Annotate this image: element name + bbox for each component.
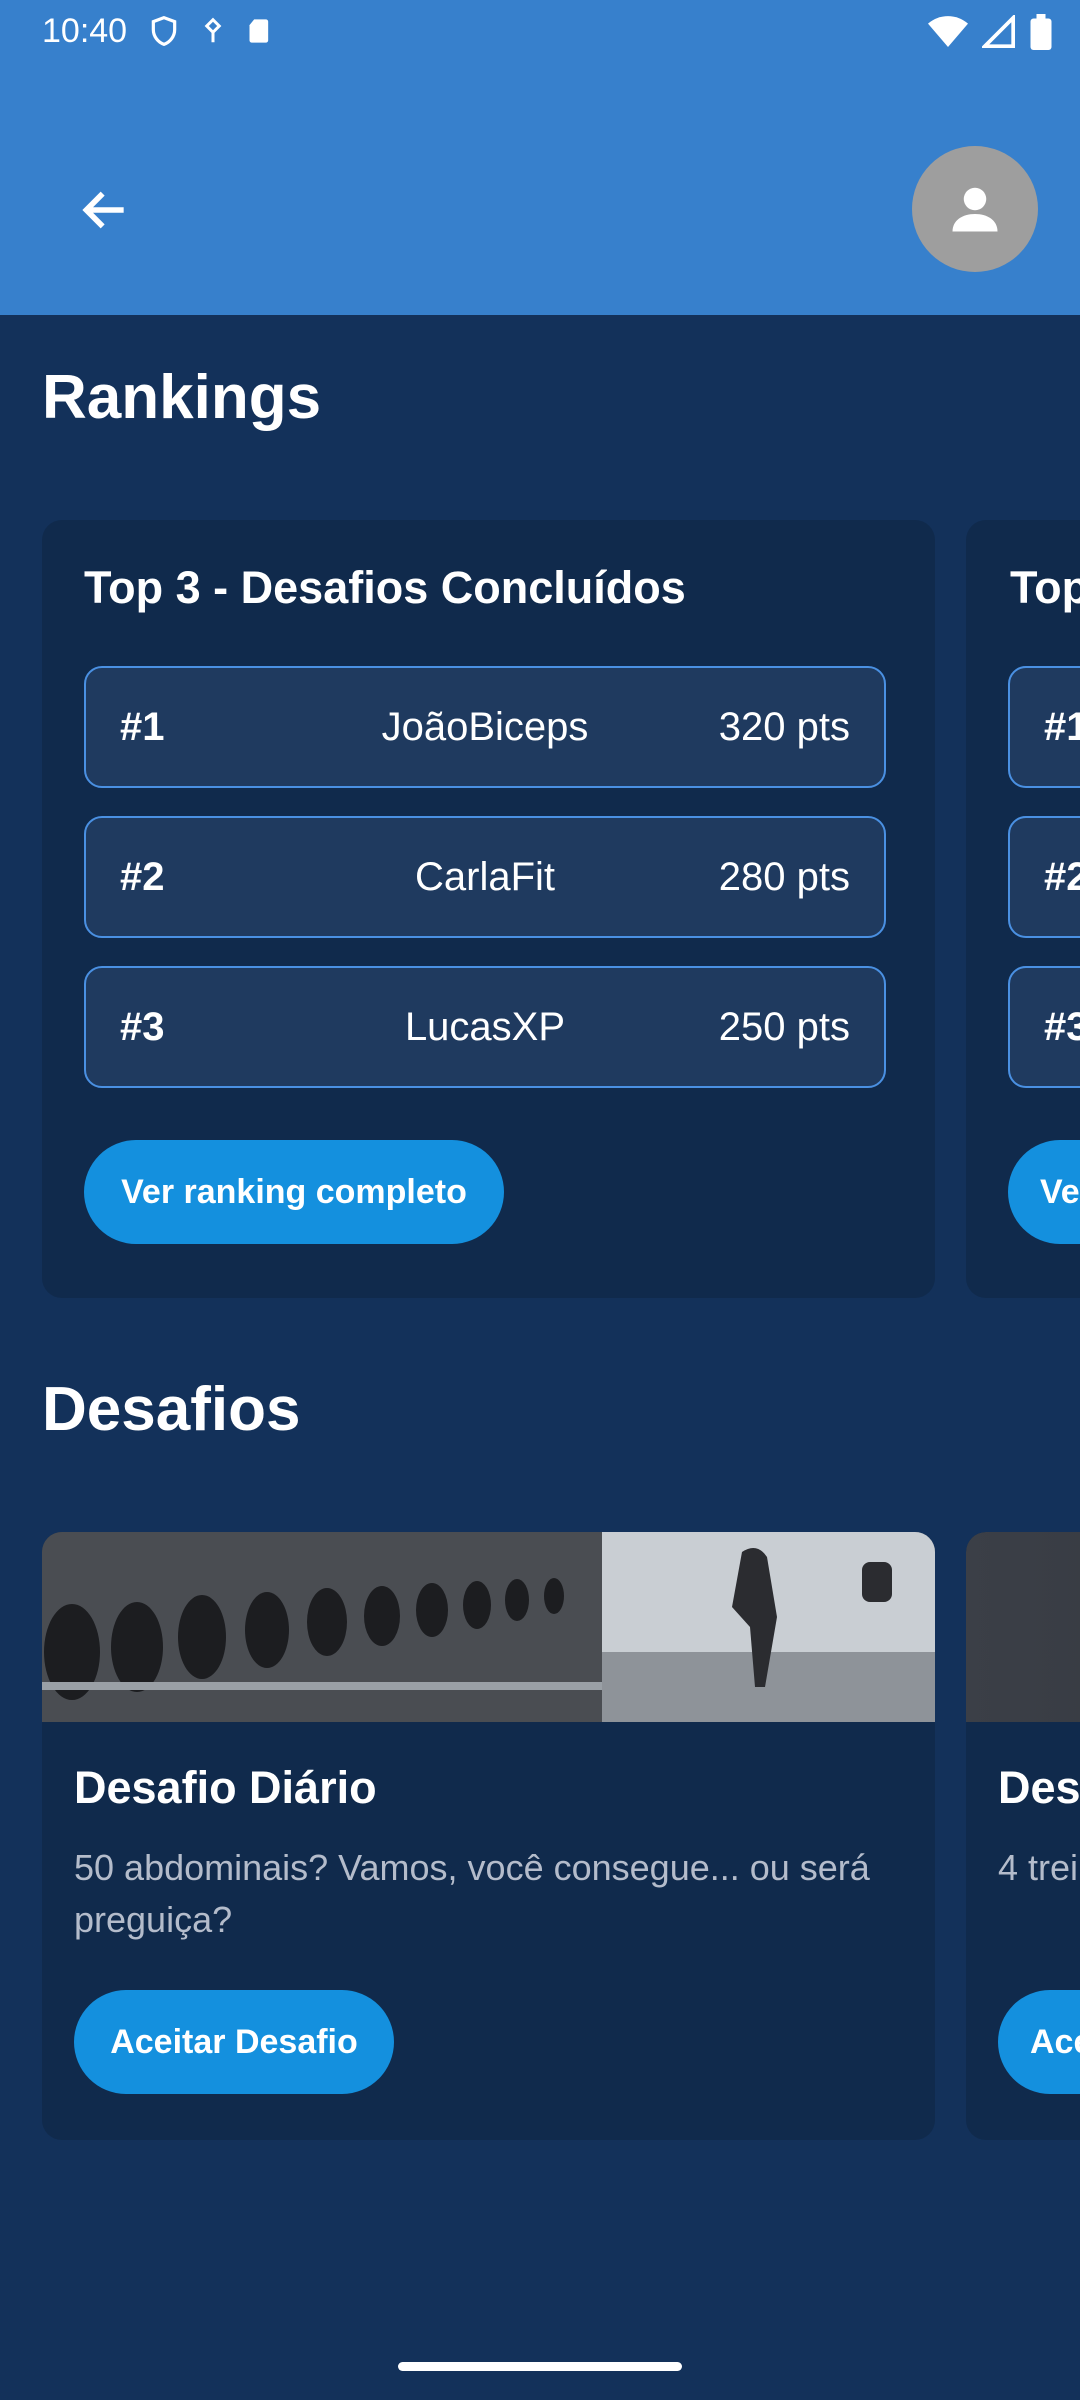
status-bar: 10:40: [0, 0, 1080, 64]
ranking-position: #2: [120, 854, 165, 899]
ranking-row[interactable]: LucasXP #3 250 pts: [84, 966, 886, 1088]
ranking-position: #3: [120, 1004, 165, 1049]
app-bar: 10:40: [0, 0, 1080, 315]
sd-card-icon: [249, 19, 269, 43]
battery-icon: [1030, 14, 1052, 50]
accept-challenge-button[interactable]: Ace: [998, 1990, 1080, 2094]
ranking-card: Top 3 - Desafios Concluídos JoãoBiceps #…: [42, 520, 935, 1298]
profile-avatar-button[interactable]: [912, 146, 1038, 272]
person-icon: [952, 187, 998, 232]
gym-photo: [966, 1532, 1080, 1722]
ranking-row[interactable]: CarlaFit #2 280 pts: [84, 816, 886, 938]
arrow-left-icon: [82, 191, 124, 229]
ranking-position: #1: [120, 704, 165, 749]
ranking-position: #1: [1044, 704, 1080, 749]
accept-challenge-button[interactable]: Aceitar Desafio: [74, 1990, 394, 2094]
dumbbell-rack-image: [42, 1532, 935, 1722]
challenge-card-next: Des 4 trei Ace: [966, 1532, 1080, 2140]
status-right-icons: [928, 14, 1052, 50]
back-button[interactable]: [70, 175, 140, 245]
ranking-points: 280 pts: [718, 854, 850, 899]
gym-photo: [42, 1532, 935, 1722]
wifi-icon: [928, 16, 968, 47]
status-left-icons: [148, 14, 274, 48]
shield-icon: [151, 15, 177, 47]
ranking-row[interactable]: JoãoBiceps #1 320 pts: [84, 666, 886, 788]
view-full-ranking-button[interactable]: Ve: [1008, 1140, 1080, 1244]
ranking-points: 250 pts: [718, 1004, 850, 1049]
location-sync-icon: [204, 17, 222, 43]
challenges-title: Desafios: [42, 1375, 301, 1444]
ranking-position: #2: [1044, 854, 1080, 899]
ranking-row[interactable]: #1: [1008, 666, 1080, 788]
rankings-title: Rankings: [42, 363, 322, 432]
home-indicator[interactable]: [398, 2362, 682, 2371]
ranking-card-title: Top 3 - Desafios Concluídos: [84, 562, 686, 613]
ranking-points: 320 pts: [718, 704, 850, 749]
challenge-description: 4 trei: [998, 1847, 1079, 1888]
ranking-row[interactable]: #2: [1008, 816, 1080, 938]
challenge-description: 50 abdominais? Vamos, você consegue... o…: [74, 1847, 870, 1940]
ranking-card-next: Top #1 #2 #3 Ve: [966, 520, 1080, 1298]
challenge-title: Desafio Diário: [74, 1762, 377, 1813]
ranking-row[interactable]: #3: [1008, 966, 1080, 1088]
signal-icon: [982, 15, 1016, 49]
ranking-card-title: Top: [1010, 562, 1080, 613]
challenge-card: Desafio Diário 50 abdominais? Vamos, voc…: [42, 1532, 935, 2140]
status-time: 10:40: [42, 12, 128, 50]
challenge-title: Des: [998, 1762, 1080, 1813]
view-full-ranking-button[interactable]: Ver ranking completo: [84, 1140, 504, 1244]
ranking-position: #3: [1044, 1004, 1080, 1049]
